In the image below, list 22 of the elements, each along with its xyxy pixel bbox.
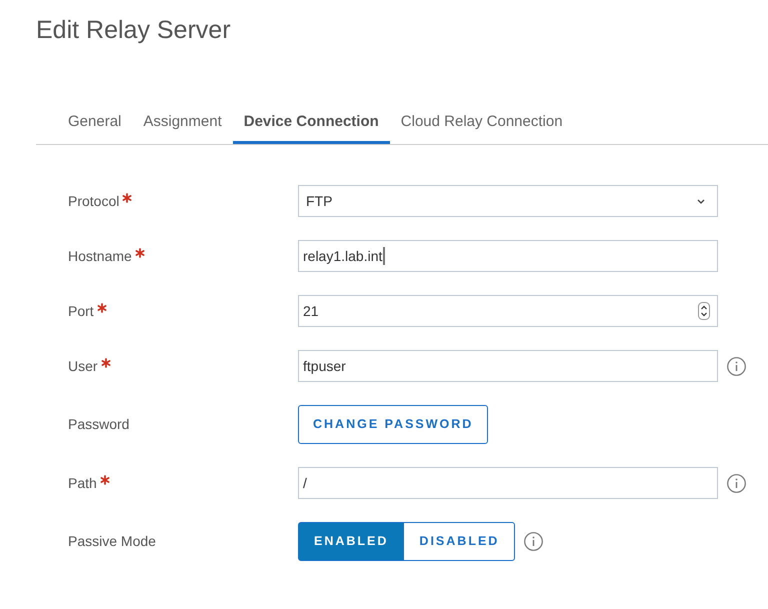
stepper-arrows-icon bbox=[698, 302, 710, 320]
tab[interactable]: General bbox=[57, 100, 132, 144]
change-password-button[interactable]: CHANGE PASSWORD bbox=[298, 405, 488, 444]
field-label: User bbox=[68, 356, 98, 376]
number-input[interactable]: 21 bbox=[298, 295, 718, 327]
field-label: Port bbox=[68, 302, 94, 320]
text-input[interactable]: ftpuser bbox=[298, 350, 718, 382]
page-title: Edit Relay Server bbox=[36, 15, 231, 46]
field-label: Path bbox=[68, 474, 97, 492]
toggle-option[interactable]: ENABLED bbox=[298, 522, 404, 561]
field-label: Passive Mode bbox=[68, 532, 156, 551]
field-label: Password bbox=[68, 415, 130, 434]
tab[interactable]: Device Connection bbox=[232, 100, 390, 144]
field-label: Protocol bbox=[68, 192, 120, 210]
dropdown-field[interactable]: FTP bbox=[298, 185, 718, 217]
chevron-down-icon bbox=[697, 198, 705, 204]
field-label: Hostname bbox=[68, 246, 132, 266]
toggle-option[interactable]: DISABLED bbox=[403, 522, 516, 561]
tab[interactable]: Cloud Relay Connection bbox=[390, 100, 574, 144]
text-input[interactable]: / bbox=[298, 467, 718, 499]
text-input[interactable]: relay1.lab.int bbox=[298, 240, 718, 272]
tab[interactable]: Assignment bbox=[132, 100, 233, 144]
